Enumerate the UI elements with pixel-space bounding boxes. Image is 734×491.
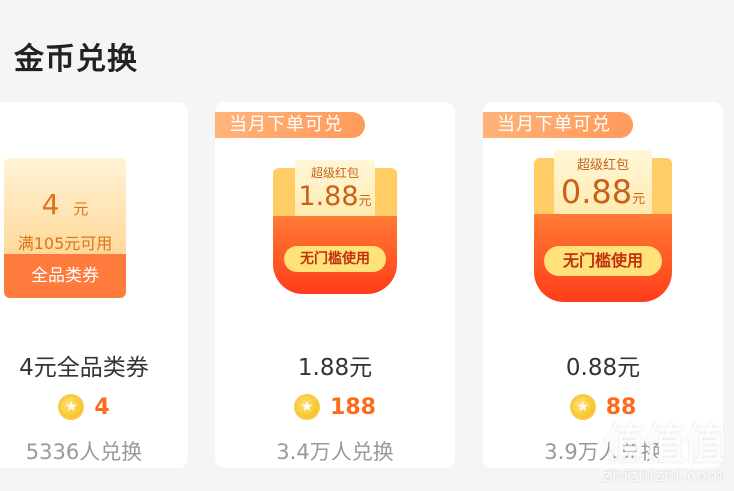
coupon-condition: 满105元可用 <box>17 234 113 253</box>
exchange-count: 5336人兑换 <box>25 440 143 464</box>
coupon-ticket: 4元 满105元可用 全品类券 <box>4 158 126 298</box>
envelope-unit: 元 <box>358 194 372 209</box>
envelope-amount: 0.88 <box>560 173 633 211</box>
envelope-amount: 1.88 <box>298 181 359 212</box>
price-row: ★ 88 <box>483 394 723 420</box>
no-threshold-label: 无门槛使用 <box>544 246 662 276</box>
star-coin-icon: ★ <box>58 394 85 420</box>
envelope-label: 超级红包 <box>576 158 629 173</box>
coupon-value: 4 <box>41 188 60 221</box>
exchange-count: 3.4万人兑换 <box>276 440 394 464</box>
exchange-card[interactable]: 当月下单可兑 超级红包 1.88元 无门槛使用 1.88元 ★ 188 3.4万… <box>215 102 455 468</box>
red-envelope-image: 超级红包 1.88元 无门槛使用 <box>273 160 397 294</box>
envelope-unit: 元 <box>632 192 646 207</box>
exchange-card[interactable]: 4元 满105元可用 全品类券 4元全品类券 ★ 4 5336人兑换 <box>0 102 188 468</box>
star-coin-icon: ★ <box>294 394 321 420</box>
card-name: 4元全品类券 <box>19 355 149 381</box>
site-watermark: 值值值 zhizhizhi.com <box>602 420 726 486</box>
card-name: 1.88元 <box>297 355 373 381</box>
exchange-card[interactable]: 当月下单可兑 超级红包 0.88元 无门槛使用 0.88元 ★ 88 3.9万人… <box>483 102 723 468</box>
coin-price: 188 <box>330 394 376 420</box>
monthly-order-tag: 当月下单可兑 <box>483 112 633 138</box>
price-row: ★ 188 <box>215 394 455 420</box>
watermark-logo: 值值值 <box>603 420 725 469</box>
card-name: 0.88元 <box>565 355 641 381</box>
price-row: ★ 4 <box>0 394 188 420</box>
coupon-type: 全品类券 <box>4 254 126 298</box>
envelope-label: 超级红包 <box>310 166 359 180</box>
coin-price: 88 <box>605 394 637 420</box>
star-coin-icon: ★ <box>569 394 596 420</box>
watermark-site: zhizhizhi.com <box>602 466 724 485</box>
red-envelope-image: 超级红包 0.88元 无门槛使用 <box>534 150 672 302</box>
coupon-unit: 元 <box>73 200 89 218</box>
section-title: 金币兑换 <box>14 42 138 77</box>
monthly-order-tag: 当月下单可兑 <box>215 112 365 138</box>
no-threshold-label: 无门槛使用 <box>284 246 386 272</box>
coin-price: 4 <box>94 394 110 420</box>
